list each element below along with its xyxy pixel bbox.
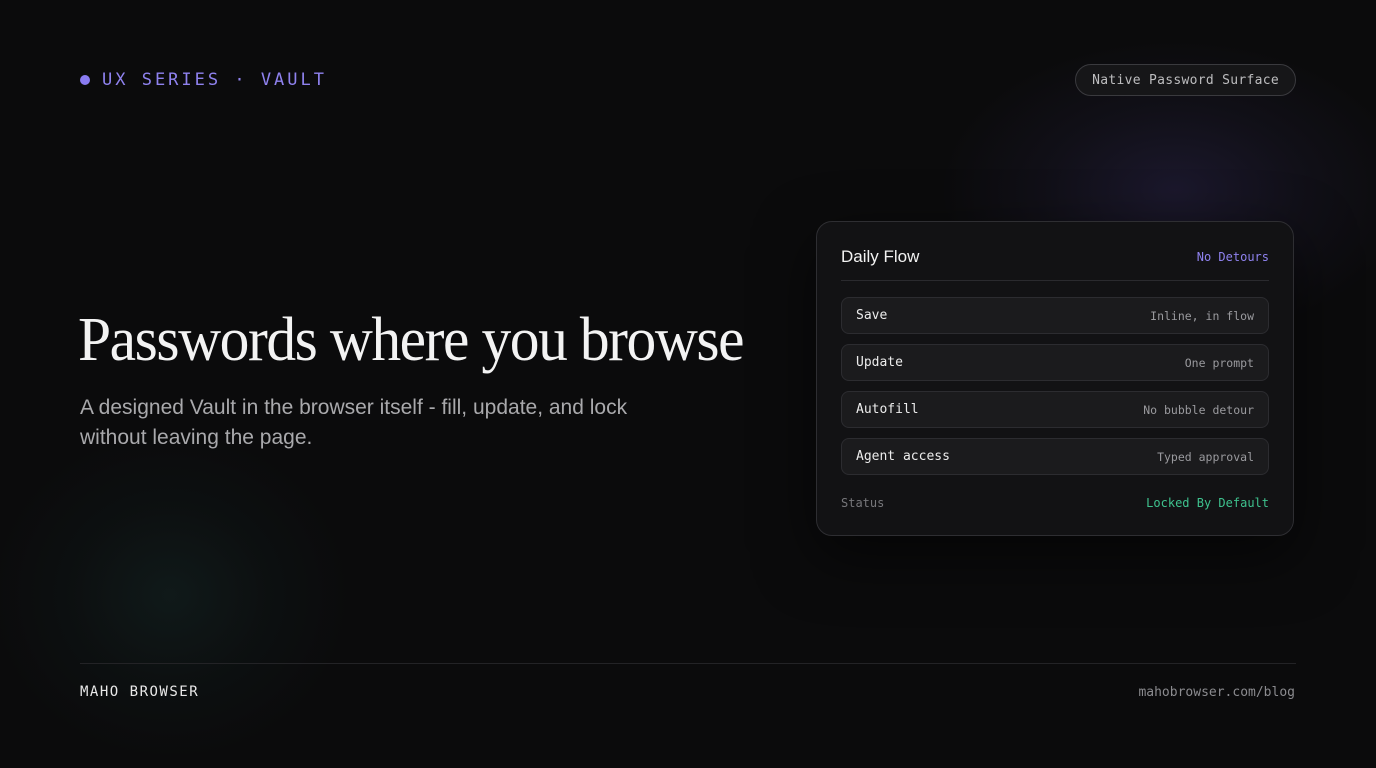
- flow-row-autofill: Autofill No bubble detour: [841, 391, 1269, 428]
- flow-row-value: Inline, in flow: [1150, 308, 1254, 323]
- status-value: Locked By Default: [1146, 496, 1269, 510]
- status-line: Status Locked By Default: [841, 496, 1269, 510]
- footer-divider: [80, 663, 1296, 664]
- background-glow-teal: [0, 430, 350, 760]
- series-header: UX SERIES · VAULT: [80, 68, 327, 92]
- flow-row-label: Autofill: [856, 402, 919, 417]
- series-dot-icon: [80, 75, 90, 85]
- footer-brand: MAHO BROWSER: [80, 684, 200, 700]
- card-tag: No Detours: [1196, 250, 1269, 264]
- surface-badge: Native Password Surface: [1075, 64, 1296, 96]
- footer-blog-link[interactable]: mahobrowser.com/blog: [1138, 685, 1295, 700]
- flow-row-value: One prompt: [1184, 355, 1254, 370]
- flow-list: Save Inline, in flow Update One prompt A…: [841, 297, 1269, 485]
- flow-row-save: Save Inline, in flow: [841, 297, 1269, 334]
- flow-row-update: Update One prompt: [841, 344, 1269, 381]
- status-label: Status: [841, 496, 885, 510]
- page-subtitle: A designed Vault in the browser itself -…: [80, 396, 628, 449]
- card-header: Daily Flow No Detours: [841, 246, 1269, 281]
- page-title: Passwords where you browse: [78, 306, 745, 374]
- card-title: Daily Flow: [841, 247, 920, 266]
- flow-row-label: Agent access: [856, 449, 950, 464]
- flow-row-label: Save: [856, 308, 888, 323]
- flow-row-label: Update: [856, 355, 903, 370]
- flow-row-value: Typed approval: [1157, 449, 1254, 464]
- flow-row-agent-access: Agent access Typed approval: [841, 438, 1269, 475]
- daily-flow-card: Daily Flow No Detours Save Inline, in fl…: [816, 221, 1294, 536]
- series-label: UX SERIES · VAULT: [102, 70, 327, 90]
- flow-row-value: No bubble detour: [1143, 402, 1254, 417]
